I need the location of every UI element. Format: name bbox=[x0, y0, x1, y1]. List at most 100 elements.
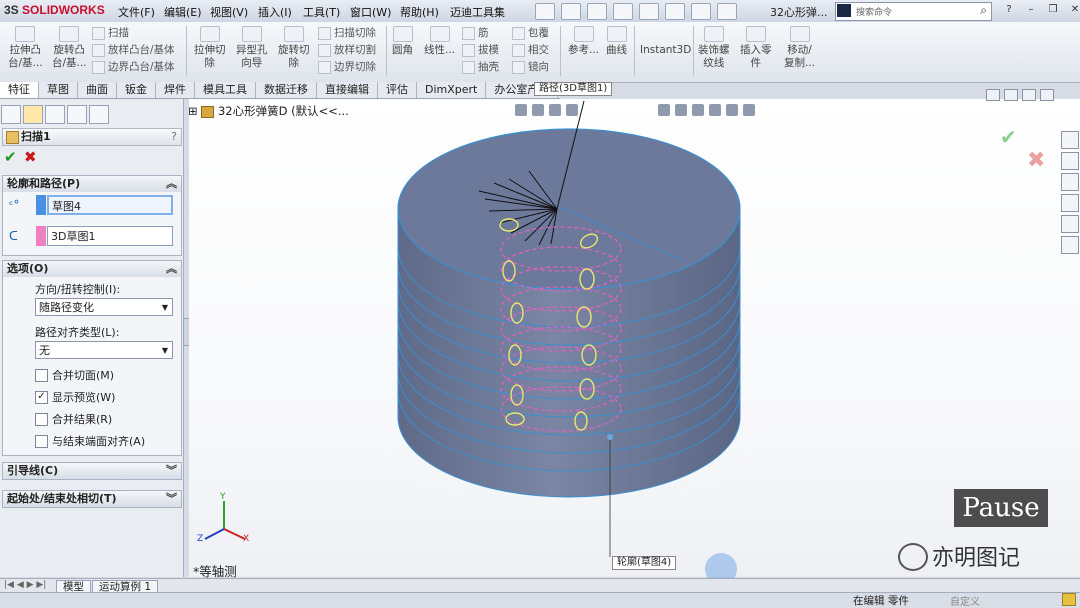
tab-features[interactable]: 特征 bbox=[0, 82, 39, 98]
tab-weldments[interactable]: 焊件 bbox=[156, 82, 195, 98]
extrude-boss-button[interactable]: 拉伸凸 台/基... bbox=[8, 26, 43, 70]
tab-scroll-icons[interactable]: |◀ ◀ ▶ ▶| bbox=[4, 580, 46, 590]
tab-sketch[interactable]: 草图 bbox=[39, 82, 78, 98]
appearance-icon[interactable] bbox=[709, 104, 721, 116]
help-icon[interactable]: ? bbox=[171, 129, 177, 145]
close-icon[interactable]: ✕ bbox=[1066, 3, 1080, 17]
property-manager-icon[interactable] bbox=[23, 105, 43, 124]
restore-icon[interactable] bbox=[1022, 89, 1036, 101]
rib-button[interactable]: 筋 bbox=[462, 25, 499, 42]
insert-part-button[interactable]: 插入零件 bbox=[740, 26, 772, 70]
print-icon[interactable] bbox=[613, 3, 633, 20]
tab-data-migration[interactable]: 数据迁移 bbox=[256, 82, 317, 98]
curves-button[interactable]: 曲线 bbox=[606, 26, 627, 57]
expand-chevron-icon[interactable]: ︾ bbox=[166, 491, 177, 507]
menu-tools[interactable]: 工具(T) bbox=[303, 4, 340, 20]
profile-handle[interactable] bbox=[607, 434, 613, 440]
collapse-chevron-icon[interactable]: ︽ bbox=[166, 176, 177, 192]
checkbox-box[interactable] bbox=[35, 368, 48, 382]
alignment-select[interactable]: 无 ▼ bbox=[35, 341, 173, 359]
tab-evaluate[interactable]: 评估 bbox=[378, 82, 417, 98]
tab-surfaces[interactable]: 曲面 bbox=[78, 82, 117, 98]
revolve-cut-button[interactable]: 旋转切除 bbox=[278, 26, 310, 70]
menu-insert[interactable]: 插入(I) bbox=[258, 4, 292, 20]
command-search-input[interactable]: 搜索命令 ⌕ bbox=[835, 2, 992, 21]
profile-callout[interactable]: 轮廓(草图4) bbox=[612, 556, 677, 570]
rebuild-icon[interactable] bbox=[691, 3, 711, 20]
checkbox-box[interactable] bbox=[35, 434, 48, 448]
loft-cut-button[interactable]: 放样切割 bbox=[318, 42, 376, 59]
restore-icon[interactable]: ❐ bbox=[1044, 3, 1062, 17]
menu-maidi-tools[interactable]: 迈迪工具集 bbox=[450, 4, 505, 20]
profile-path-group-header[interactable]: 轮廓和路径(P) ︽ bbox=[2, 175, 182, 193]
custom-properties-icon[interactable] bbox=[1061, 236, 1079, 254]
mirror-button[interactable]: 镜向 bbox=[512, 59, 549, 76]
align-end-faces-checkbox[interactable]: 与结束端面对齐(A) bbox=[35, 433, 145, 449]
draft-button[interactable]: 拔模 bbox=[462, 42, 499, 59]
confirm-cancel-icon[interactable]: ✖ bbox=[1027, 148, 1045, 173]
hole-wizard-button[interactable]: 异型孔 向导 bbox=[236, 26, 268, 70]
intersect-button[interactable]: 相交 bbox=[512, 42, 549, 59]
orientation-select[interactable]: 随路径变化 ▼ bbox=[35, 298, 173, 316]
top-face[interactable] bbox=[397, 128, 741, 290]
guide-curves-group-header[interactable]: 引导线(C) ︾ bbox=[2, 462, 182, 480]
feature-manager-icon[interactable] bbox=[1, 105, 21, 124]
fillet-button[interactable]: 圆角 bbox=[392, 26, 413, 57]
display-manager-icon[interactable] bbox=[89, 105, 109, 124]
cancel-button[interactable]: ✖ bbox=[24, 148, 37, 166]
shell-button[interactable]: 抽壳 bbox=[462, 59, 499, 76]
ok-button[interactable]: ✔ bbox=[4, 148, 17, 166]
tab-sheet-metal[interactable]: 钣金 bbox=[117, 82, 156, 98]
tab-direct-editing[interactable]: 直接编辑 bbox=[317, 82, 378, 98]
instant3d-button[interactable]: Instant3D bbox=[640, 44, 691, 57]
tab-mold-tools[interactable]: 模具工具 bbox=[195, 82, 256, 98]
boundary-cut-button[interactable]: 边界切除 bbox=[318, 59, 376, 76]
model-view[interactable]: Y X Z bbox=[189, 99, 1080, 577]
configuration-manager-icon[interactable] bbox=[45, 105, 65, 124]
view-orientation-icon[interactable] bbox=[658, 104, 670, 116]
search-icon[interactable]: ⌕ bbox=[980, 3, 987, 18]
new-doc-icon[interactable] bbox=[535, 3, 555, 20]
file-explorer-icon[interactable] bbox=[1061, 173, 1079, 191]
expand-icon[interactable]: ⊞ bbox=[188, 104, 198, 118]
linear-pattern-button[interactable]: 线性... bbox=[424, 26, 455, 57]
tab-dimxpert[interactable]: DimXpert bbox=[417, 82, 487, 98]
menu-window[interactable]: 窗口(W) bbox=[350, 4, 391, 20]
sweep-button[interactable]: 扫描 bbox=[92, 25, 175, 42]
section-view-icon[interactable] bbox=[566, 104, 578, 116]
move-copy-button[interactable]: 移动/复制... bbox=[784, 26, 815, 70]
confirm-ok-icon[interactable]: ✔ bbox=[1000, 125, 1017, 149]
display-style-icon[interactable] bbox=[675, 104, 687, 116]
zoom-area-icon[interactable] bbox=[532, 104, 544, 116]
checkbox-box[interactable] bbox=[35, 412, 48, 426]
reference-geometry-button[interactable]: 参考... bbox=[568, 26, 599, 57]
path-callout[interactable]: 路径(3D草图1) bbox=[534, 82, 613, 96]
wrap-button[interactable]: 包覆 bbox=[512, 25, 549, 42]
undo-icon[interactable] bbox=[639, 3, 659, 20]
view-palette-icon[interactable] bbox=[1061, 194, 1079, 212]
minimize-icon[interactable]: – bbox=[1022, 3, 1040, 17]
loft-boss-button[interactable]: 放样凸台/基体 bbox=[92, 42, 175, 59]
design-library-icon[interactable] bbox=[1061, 152, 1079, 170]
profile-field[interactable]: 草图4 bbox=[47, 195, 173, 215]
feature-tree-root[interactable]: ⊞ 32心形弹簧D (默认<<... bbox=[188, 103, 349, 119]
close-icon[interactable] bbox=[1040, 89, 1054, 101]
path-field[interactable]: 3D草图1 bbox=[47, 226, 173, 246]
revolve-boss-button[interactable]: 旋转凸 台/基... bbox=[52, 26, 87, 70]
hide-show-icon[interactable] bbox=[692, 104, 704, 116]
collapse-chevron-icon[interactable]: ︽ bbox=[166, 261, 177, 277]
help-icon[interactable]: ? bbox=[1000, 3, 1018, 17]
save-icon[interactable] bbox=[587, 3, 607, 20]
extrude-cut-button[interactable]: 拉伸切除 bbox=[194, 26, 226, 70]
scene-icon[interactable] bbox=[726, 104, 738, 116]
expand-chevron-icon[interactable]: ︾ bbox=[166, 463, 177, 479]
menu-view[interactable]: 视图(V) bbox=[210, 4, 248, 20]
options-icon[interactable] bbox=[717, 3, 737, 20]
appearances-icon[interactable] bbox=[1061, 215, 1079, 233]
cascade-icon[interactable] bbox=[1004, 89, 1018, 101]
zoom-to-fit-icon[interactable] bbox=[515, 104, 527, 116]
select-icon[interactable] bbox=[665, 3, 685, 20]
menu-file[interactable]: 文件(F) bbox=[118, 4, 155, 20]
menu-edit[interactable]: 编辑(E) bbox=[164, 4, 202, 20]
merge-result-checkbox[interactable]: 合并结果(R) bbox=[35, 411, 112, 427]
